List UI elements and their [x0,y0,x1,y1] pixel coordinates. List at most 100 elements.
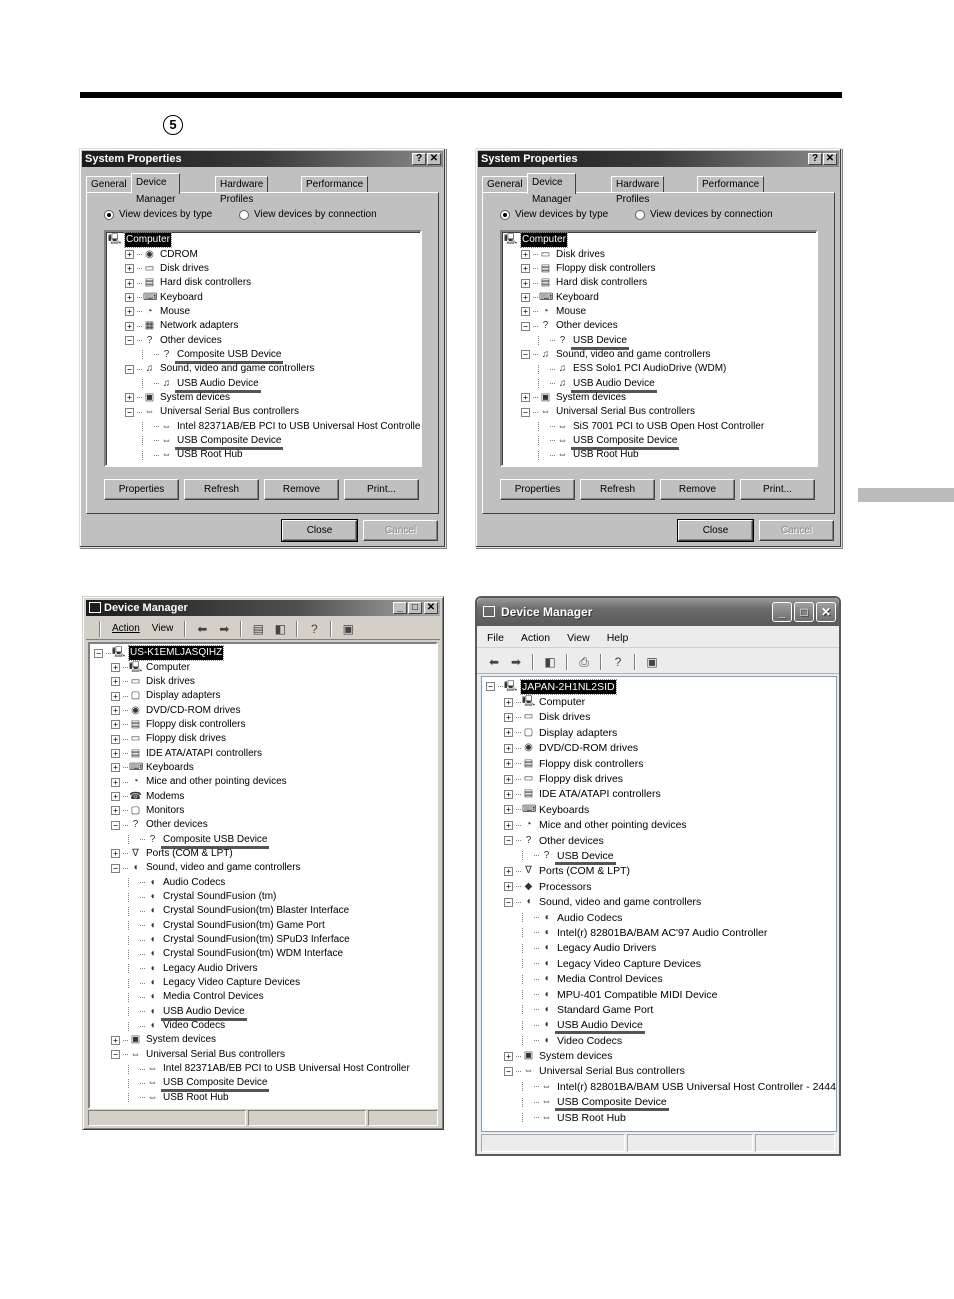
forward-arrow-icon[interactable]: ➡ [508,655,524,669]
tree-node[interactable]: ♫ USB Audio Device [108,376,420,393]
tab-performance[interactable]: Performance [301,176,369,193]
tree-node[interactable]: ◖ Audio Codecs [94,876,410,890]
tree-node[interactable]: ⇔ Intel 82371AB/EB PCI to USB Universal H… [94,1062,410,1076]
expand-icon[interactable]: + [125,393,134,403]
tree-node[interactable]: − ◖ Sound, video and game controllers [94,861,410,875]
expand-icon[interactable]: + [111,691,120,701]
expand-icon[interactable]: + [521,307,530,317]
close-icon[interactable]: ✕ [427,153,441,165]
tree-node[interactable]: ◖ Crystal SoundFusion(tm) WDM Interface [94,947,410,961]
close-icon[interactable]: ✕ [816,602,836,622]
expand-icon[interactable]: + [111,777,120,787]
tree-node[interactable]: + ▭ Floppy disk drives [94,732,410,746]
tree-node[interactable]: + ◔ Mouse [108,305,420,319]
scan-hardware-icon[interactable]: ▣ [340,622,356,636]
help-button[interactable]: ? [808,153,822,165]
tree-node[interactable]: ⇔ USB Composite Device [504,434,764,450]
tree-node[interactable]: + ▣ System devices [486,1048,836,1063]
remove-button[interactable]: Remove [660,479,735,500]
expand-icon[interactable]: + [125,278,134,288]
tree-node[interactable]: + ▭ Floppy disk drives [486,771,836,786]
device-tree[interactable]: 🖳 Computer + ◉ CDROM + ▭ Disk drives + ▤ Hard disk… [104,230,422,467]
help-icon[interactable]: ? [306,622,322,636]
forward-arrow-icon[interactable]: ➡ [216,622,232,636]
tree-node[interactable]: + ▤ Floppy disk controllers [486,756,836,771]
tree-node[interactable]: ◖ MPU-401 Compatible MIDI Device [486,987,836,1002]
tree-node[interactable]: + ▣ System devices [94,1033,410,1047]
tree-node[interactable]: 🖳 Computer [108,232,420,249]
expand-icon[interactable]: + [111,749,120,759]
help-icon[interactable]: ? [610,655,626,669]
tree-node[interactable]: − 🖳 US-K1EMLJASQIHZ [94,645,410,662]
tree-node[interactable]: + ⌨ Keyboard [108,290,420,304]
cancel-button[interactable]: Cancel [759,520,834,541]
tree-node[interactable]: − ♫ Sound, video and game controllers [108,362,420,376]
tree-node[interactable]: ◖ Legacy Audio Drivers [94,962,410,976]
tree-node[interactable]: + ⌨ Keyboards [94,761,410,775]
menu-action[interactable]: Action [112,623,140,634]
tree-node[interactable]: + ∇ Ports (COM & LPT) [94,847,410,861]
collapse-icon[interactable]: − [521,350,530,360]
tree-node[interactable]: ⇔ Intel(r) 82801BA/BAM USB Universal Host… [486,1079,836,1094]
tree-node[interactable]: ⇔ USB Root Hub [94,1091,410,1105]
print-button[interactable]: Print... [740,479,815,500]
properties-button[interactable]: Properties [500,479,575,500]
collapse-icon[interactable]: − [111,820,120,830]
tree-node[interactable]: + ▤ Floppy disk controllers [94,718,410,732]
collapse-icon[interactable]: − [521,321,530,331]
tree-node[interactable]: − ⇔ Universal Serial Bus controllers [486,1064,836,1079]
expand-icon[interactable]: + [504,1051,513,1061]
expand-icon[interactable]: + [521,393,530,403]
properties-button[interactable]: Properties [104,479,179,500]
expand-icon[interactable]: + [504,882,513,892]
expand-icon[interactable]: + [504,728,513,738]
tab-performance[interactable]: Performance [697,176,765,193]
tree-node[interactable]: + ▢ Display adapters [486,725,836,740]
print-button[interactable]: Print... [344,479,419,500]
tree-node[interactable]: ◖ Standard Game Port [486,1002,836,1017]
tree-node[interactable]: + ▭ Disk drives [504,247,764,261]
scan-hardware-icon[interactable]: ▣ [644,655,660,669]
tree-node[interactable]: ◖ Crystal SoundFusion(tm) Game Port [94,919,410,933]
tree-node[interactable]: ⇔ USB Root Hub [504,448,764,462]
tree-node[interactable]: −? Other devices [108,333,420,347]
tree-node[interactable]: + ▭ Disk drives [108,262,420,276]
tree-node[interactable]: ⇔ USB Composite Device [94,1076,410,1093]
tree-node[interactable]: ? Composite USB Device [94,832,410,849]
collapse-icon[interactable]: − [504,836,513,846]
close-button[interactable]: Close [677,519,754,542]
tree-node[interactable]: ◖ Crystal SoundFusion(tm) Blaster Interfa… [94,904,410,918]
tree-node[interactable]: + ▤ IDE ATA/ATAPI controllers [94,746,410,760]
expand-icon[interactable]: + [521,278,530,288]
tree-node[interactable]: ⇔ USB Composite Device [108,434,420,450]
collapse-icon[interactable]: − [521,407,530,417]
collapse-icon[interactable]: − [504,897,513,907]
tree-node[interactable]: + ◔ Mice and other pointing devices [486,818,836,833]
expand-icon[interactable]: + [504,805,513,815]
tree-node[interactable]: ◖ Audio Codecs [486,910,836,925]
expand-icon[interactable]: + [504,759,513,769]
tab-hardware-profiles[interactable]: Hardware Profiles [611,176,665,205]
tree-node[interactable]: + ◉ DVD/CD-ROM drives [486,741,836,756]
help-button[interactable]: ? [412,153,426,165]
expand-icon[interactable]: + [125,264,134,274]
tree-node[interactable]: ? Composite USB Device [108,348,420,364]
tree-node[interactable]: ◖ Legacy Audio Drivers [486,941,836,956]
tree-node[interactable]: ◖ USB Audio Device [486,1018,836,1035]
tree-node[interactable]: ◖ Legacy Video Capture Devices [486,956,836,971]
expand-icon[interactable]: + [504,789,513,799]
expand-icon[interactable]: + [521,293,530,303]
tree-node[interactable]: + ∇ Ports (COM & LPT) [486,864,836,879]
close-button[interactable]: Close [281,519,358,542]
expand-icon[interactable]: + [504,820,513,830]
tree-node[interactable]: ⇔ Intel 82371AB/EB PCI to USB Universal H… [108,419,420,433]
device-tree[interactable]: − 🖳 US-K1EMLJASQIHZ + 🖳 Computer + ▭ Disk drives… [88,642,438,1109]
folder-icon[interactable]: ▤ [250,622,266,636]
tree-node[interactable]: ◖ Media Control Devices [486,971,836,986]
tree-node[interactable]: + ☎ Modems [94,789,410,803]
tree-node[interactable]: ⇔ USB Composite Device [486,1095,836,1112]
expand-icon[interactable]: + [111,663,120,673]
expand-icon[interactable]: + [111,849,120,859]
expand-icon[interactable]: + [521,264,530,274]
tree-node[interactable]: ⇔ SiS 7001 PCI to USB Open Host Controlle… [504,419,764,433]
